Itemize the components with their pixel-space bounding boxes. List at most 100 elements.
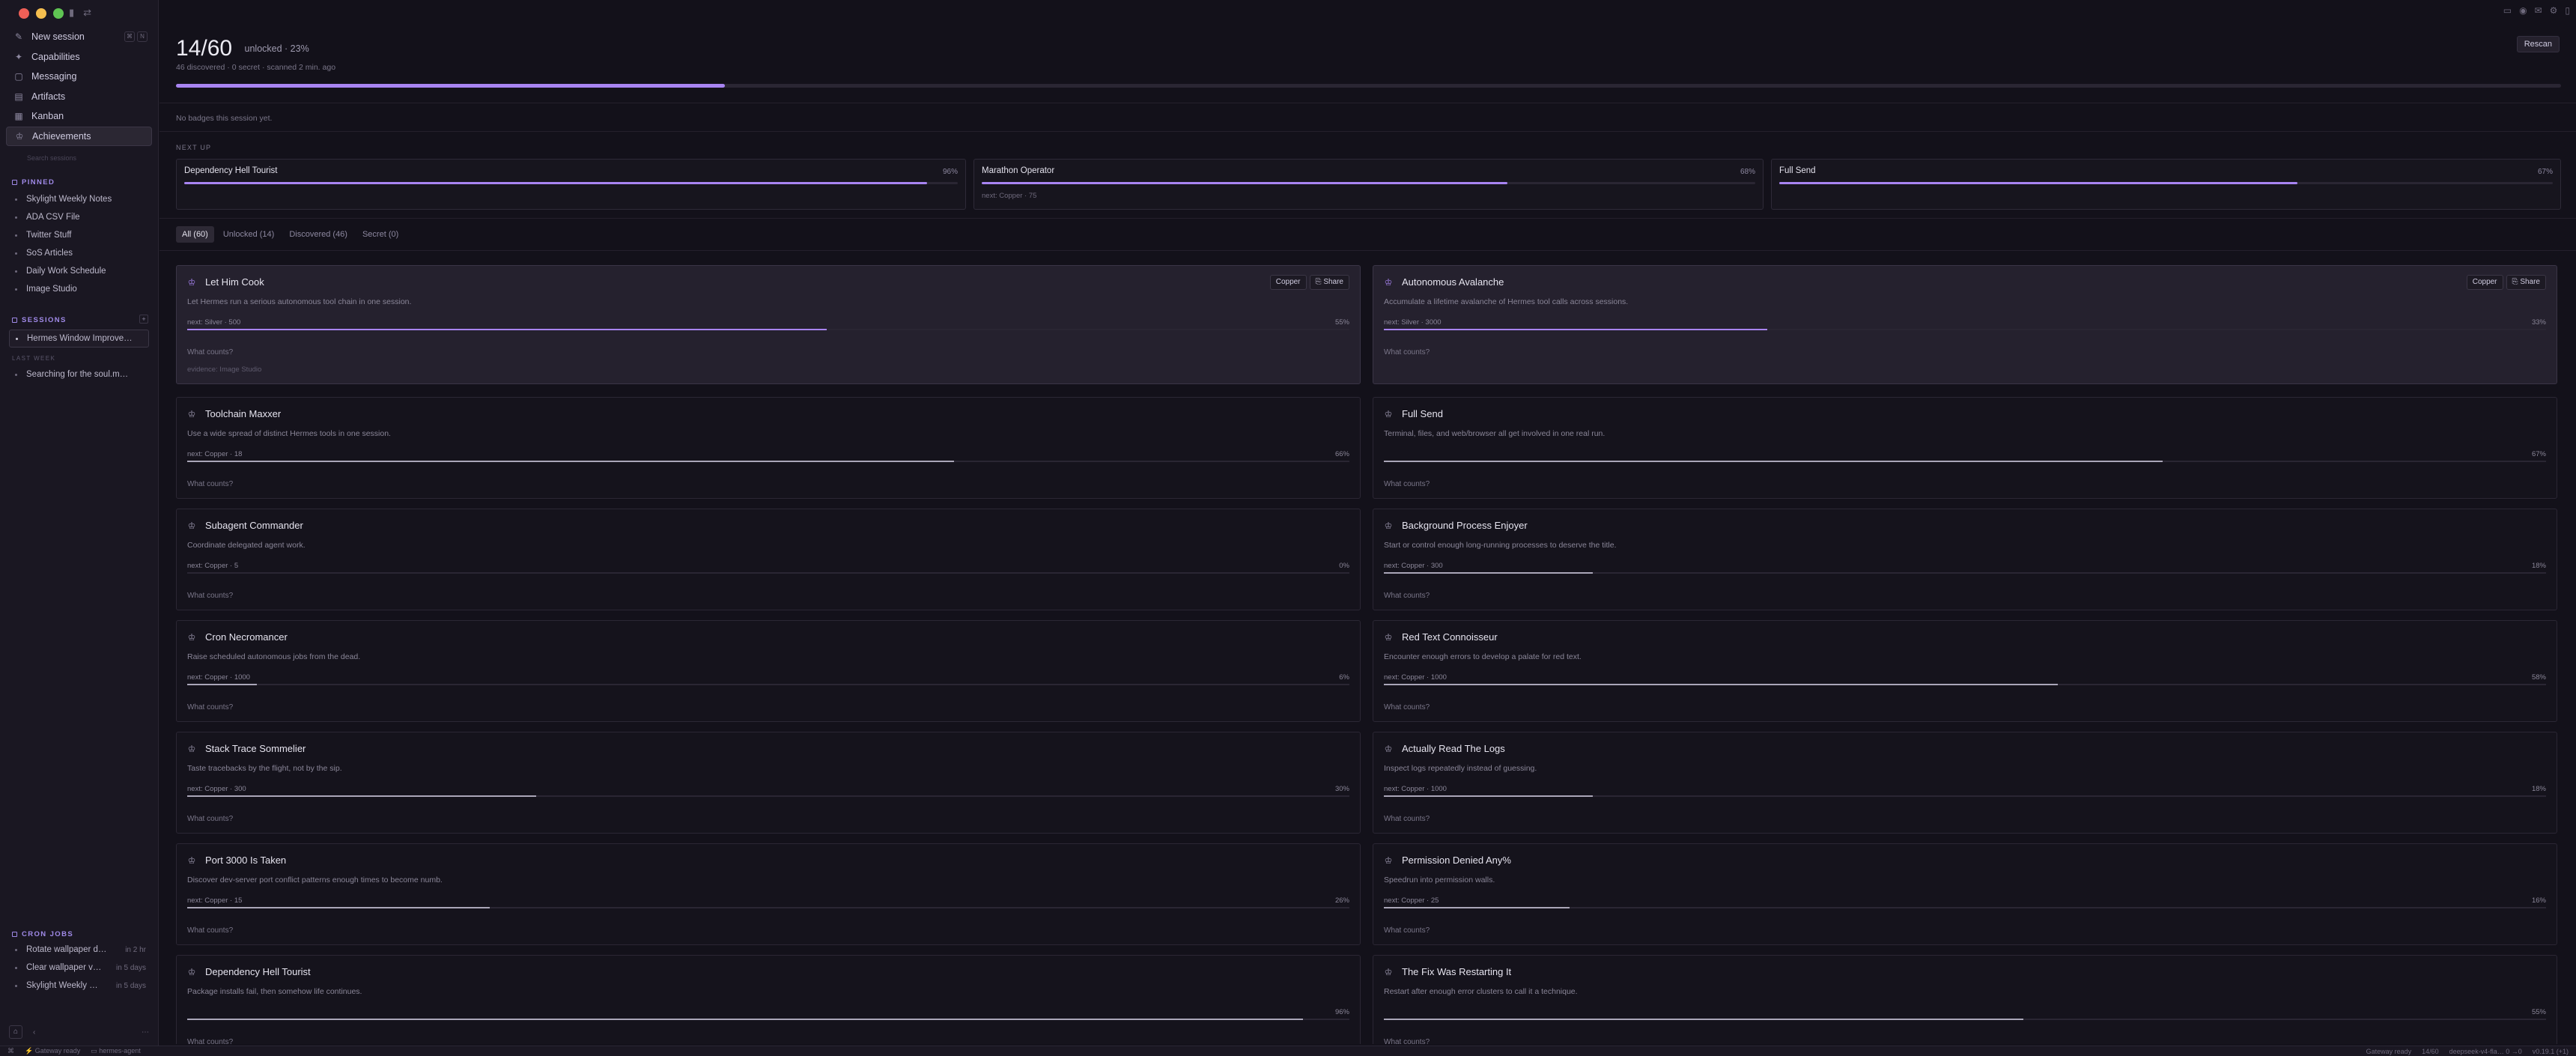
pinned-item[interactable]: Twitter Stuff [9, 226, 149, 244]
achievement-percent: 33% [2531, 318, 2546, 327]
what-counts-link[interactable]: What counts? [187, 815, 233, 823]
nav-item-capabilities[interactable]: ✦ Capabilities [6, 47, 152, 67]
card-header: ♔ Actually Read The Logs [1384, 743, 1505, 754]
cron-item[interactable]: Skylight Weekly … in 5 days [9, 977, 149, 995]
share-label: Share [2520, 278, 2540, 286]
copper-badge[interactable]: Copper [1269, 275, 1307, 290]
session-label: Hermes Window Improve… [27, 334, 133, 343]
layout-icon[interactable]: ▭ [2503, 5, 2512, 16]
mail-icon[interactable]: ✉ [2535, 5, 2542, 16]
eye-icon[interactable]: ◉ [2519, 5, 2527, 16]
trophy-icon: ♔ [1384, 631, 1393, 643]
achievement-description: Coordinate delegated agent work. [187, 541, 306, 550]
what-counts-link[interactable]: What counts? [1384, 815, 1430, 823]
achievement-card[interactable]: ♔ Permission Denied Any% Speedrun into per… [1373, 843, 2557, 945]
search-sessions-input[interactable]: Search sessions [27, 154, 76, 162]
what-counts-link[interactable]: What counts? [187, 592, 233, 600]
achievement-card[interactable]: ♔ Red Text Connoisseur Encounter enough er… [1373, 620, 2557, 722]
close-window-button[interactable] [19, 8, 29, 19]
session-item-active[interactable]: Hermes Window Improve… [9, 330, 149, 348]
divider [160, 250, 2576, 251]
achievement-card[interactable]: ♔ Dependency Hell Tourist Package installs… [176, 955, 1361, 1044]
more-icon[interactable]: ⋯ [142, 1028, 149, 1037]
what-counts-link[interactable]: What counts? [1384, 592, 1430, 600]
achievement-description: Raise scheduled autonomous jobs from the… [187, 652, 361, 661]
pinned-item[interactable]: ADA CSV File [9, 208, 149, 226]
achievement-card[interactable]: ♔ Autonomous Avalanche Copper ⎘ Share Accumu… [1373, 265, 2557, 384]
achievement-progress-fill [1384, 572, 1594, 574]
pinned-item[interactable]: Image Studio [9, 280, 149, 298]
panel-icon[interactable]: ▯ [2565, 5, 2570, 16]
zoom-window-button[interactable] [53, 8, 64, 19]
rescan-button[interactable]: Rescan [2516, 36, 2560, 52]
nav-item-messaging[interactable]: ▢ Messaging [6, 67, 152, 86]
achievement-progress-bar [1384, 907, 2546, 908]
tab-discovered[interactable]: Discovered (46) [283, 226, 353, 243]
next-tier: next: Copper · 5 [187, 562, 239, 570]
sidebar-toggle-icon[interactable]: ▮ [69, 7, 74, 19]
nav-item-artifacts[interactable]: ▤ Artifacts [6, 87, 152, 106]
achievement-card[interactable]: ♔ Subagent Commander Coordinate delegated … [176, 509, 1361, 610]
cron-schedule: in 2 hr [125, 945, 146, 954]
achievement-percent: 66% [1334, 450, 1349, 458]
achievement-card[interactable]: ♔ Background Process Enjoyer Start or cont… [1373, 509, 2557, 610]
overall-progress-bar [176, 84, 2561, 88]
share-button[interactable]: ⎘ Share [2506, 275, 2546, 290]
refresh-icon[interactable]: ⇄ [83, 7, 91, 19]
what-counts-link[interactable]: What counts? [1384, 703, 1430, 711]
pinned-item[interactable]: Skylight Weekly Notes [9, 190, 149, 208]
next-up-card[interactable]: Full Send 67% [1771, 159, 2561, 210]
back-icon[interactable]: ‹ [33, 1028, 35, 1037]
achievement-card[interactable]: ♔ Cron Necromancer Raise scheduled autonom… [176, 620, 1361, 722]
pinned-item[interactable]: Daily Work Schedule [9, 262, 149, 280]
what-counts-link[interactable]: What counts? [187, 480, 233, 488]
achievement-card[interactable]: ♔ Actually Read The Logs Inspect logs repe… [1373, 732, 2557, 834]
achievement-card[interactable]: ♔ Toolchain Maxxer Use a wide spread of di… [176, 397, 1361, 499]
what-counts-link[interactable]: What counts? [187, 348, 233, 356]
what-counts-link[interactable]: What counts? [187, 1038, 233, 1044]
new-session-plus-icon[interactable]: + [139, 315, 148, 324]
pin-icon [12, 180, 17, 185]
home-icon[interactable]: ⌂ [9, 1025, 22, 1039]
minimize-window-button[interactable] [36, 8, 46, 19]
achievement-card[interactable]: ♔ The Fix Was Restarting It Restart after … [1373, 955, 2557, 1044]
bullet-icon [15, 216, 17, 219]
nav-item-label: Kanban [31, 111, 64, 121]
achievement-card[interactable]: ♔ Stack Trace Sommelier Taste tracebacks b… [176, 732, 1361, 834]
what-counts-link[interactable]: What counts? [187, 926, 233, 935]
pinned-item[interactable]: SoS Articles [9, 244, 149, 262]
achievement-card[interactable]: ♔ Port 3000 Is Taken Discover dev-server p… [176, 843, 1361, 945]
cron-schedule: in 5 days [115, 981, 146, 990]
cron-item[interactable]: Rotate wallpaper d… in 2 hr [9, 941, 149, 959]
nav-item-kanban[interactable]: ▦ Kanban [6, 106, 152, 126]
achievement-description: Start or control enough long-running pro… [1384, 541, 1617, 550]
sessions-list: Hermes Window Improve… [9, 330, 149, 348]
what-counts-link[interactable]: What counts? [1384, 348, 1430, 356]
next-up-card[interactable]: Marathon Operator 68% next: Copper · 75 [973, 159, 1764, 210]
tab-unlocked[interactable]: Unlocked (14) [217, 226, 280, 243]
next-up-cards: Dependency Hell Tourist 96% Marathon Opera… [176, 159, 2561, 210]
nav-item-new-session[interactable]: ✎ New session ⌘ N [6, 27, 152, 46]
what-counts-link[interactable]: What counts? [1384, 480, 1430, 488]
tab-secret[interactable]: Secret (0) [356, 226, 404, 243]
nav-item-achievements[interactable]: ♔ Achievements [6, 126, 152, 146]
filter-tabs: All (60) Unlocked (14) Discovered (46) Secr… [176, 226, 404, 243]
card-header: ♔ Let Him Cook [187, 276, 264, 288]
achievement-progress-bar [187, 1019, 1349, 1020]
achievement-progress-bar [187, 684, 1349, 685]
share-button[interactable]: ⎘ Share [1309, 275, 1349, 290]
session-item[interactable]: Searching for the soul.m… [9, 365, 149, 383]
what-counts-link[interactable]: What counts? [1384, 926, 1430, 935]
achievement-card[interactable]: ♔ Full Send Terminal, files, and web/brows… [1373, 397, 2557, 499]
what-counts-link[interactable]: What counts? [1384, 1038, 1430, 1044]
status-right-item[interactable]: deepseek-v4-fla… 0 →0 [2449, 1048, 2522, 1055]
cron-item[interactable]: Clear wallpaper v… in 5 days [9, 959, 149, 977]
achievement-card[interactable]: ♔ Let Him Cook Copper ⎘ Share Let Hermes run… [176, 265, 1361, 384]
copper-badge[interactable]: Copper [2466, 275, 2503, 290]
command-icon[interactable]: ⌘ [7, 1047, 14, 1055]
next-up-card[interactable]: Dependency Hell Tourist 96% [176, 159, 966, 210]
what-counts-link[interactable]: What counts? [187, 703, 233, 711]
settings-icon[interactable]: ⚙ [2550, 5, 2558, 16]
status-left-item: ▭ hermes-agent [91, 1047, 141, 1055]
tab-all[interactable]: All (60) [176, 226, 214, 243]
